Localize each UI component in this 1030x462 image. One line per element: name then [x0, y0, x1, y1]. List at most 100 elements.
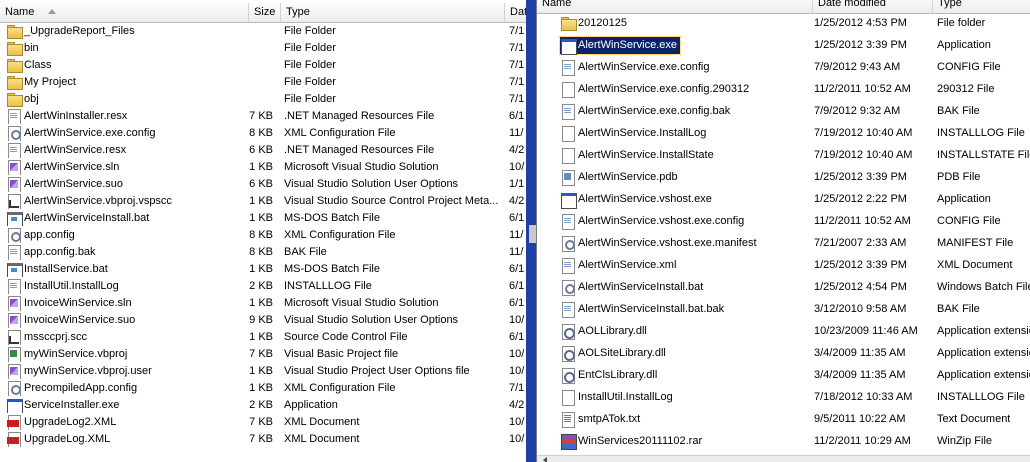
file-name-box[interactable]: AlertWinService.exe [558, 35, 682, 55]
table-row[interactable]: PrecompiledApp.config 1 KB XML Configurati… [0, 379, 529, 396]
file-name-cell[interactable]: AlertWinService.resx [3, 141, 249, 158]
file-name-box[interactable]: AOLSiteLibrary.dll [560, 345, 669, 362]
file-name-box[interactable]: WinServices20111102.rar [560, 433, 705, 450]
file-name-cell[interactable]: UpgradeLog2.XML [3, 413, 249, 430]
file-name-box[interactable]: AlertWinService.exe.config [560, 59, 712, 76]
file-name-cell[interactable]: AlertWinServiceInstall.bat [3, 209, 249, 226]
table-row[interactable]: AlertWinService.exe.config.290312 11/2/20… [537, 78, 1030, 100]
file-name-box[interactable]: app.config [6, 226, 78, 243]
table-row[interactable]: mssccprj.scc 1 KB Source Code Control File… [0, 328, 529, 345]
file-name-cell[interactable]: mssccprj.scc [3, 328, 249, 345]
file-name-cell[interactable]: smtpATok.txt [557, 408, 813, 430]
table-row[interactable]: AlertWinInstaller.resx 7 KB .NET Managed R… [0, 107, 529, 124]
table-row[interactable]: AlertWinService.exe.config 8 KB XML Config… [0, 124, 529, 141]
file-name-box[interactable]: UpgradeLog.XML [6, 430, 113, 447]
file-name-box[interactable]: AlertWinService.vshost.exe.config [560, 213, 747, 230]
file-name-box[interactable]: InstallService.bat [6, 260, 111, 277]
table-row[interactable]: obj File Folder 7/1 [0, 90, 529, 107]
table-row[interactable]: AlertWinService.suo 26 KB Visual Studio So… [0, 175, 529, 192]
file-name-box[interactable]: AlertWinService.exe.config [6, 124, 158, 141]
file-name-box[interactable]: 20120125 [560, 15, 630, 32]
table-row[interactable]: app.config.bak 8 KB BAK File 11/ [0, 243, 529, 260]
file-name-box[interactable]: AlertWinService.xml [560, 257, 679, 274]
file-name-box[interactable]: ServiceInstaller.exe [6, 396, 122, 413]
file-name-box[interactable]: AlertWinService.InstallState [560, 147, 717, 164]
table-row[interactable]: Class File Folder 7/1 [0, 56, 529, 73]
table-row[interactable]: EntClsLibrary.dll 3/4/2009 11:35 AM Applic… [537, 364, 1030, 386]
file-name-cell[interactable]: app.config [3, 226, 249, 243]
file-name-cell[interactable]: bin [3, 39, 249, 56]
file-name-box[interactable]: InvoiceWinService.sln [6, 294, 135, 311]
file-name-cell[interactable]: AlertWinInstaller.resx [3, 107, 249, 124]
file-name-cell[interactable]: InstallService.bat [3, 260, 249, 277]
file-name-box[interactable]: bin [6, 39, 42, 56]
table-row[interactable]: AlertWinService.exe 1/25/2012 3:39 PM Appl… [537, 34, 1030, 56]
file-name-box[interactable]: AlertWinService.vshost.exe.manifest [560, 235, 760, 252]
file-name-cell[interactable]: AlertWinService.xml [557, 254, 813, 276]
file-name-cell[interactable]: InstallUtil.InstallLog [3, 277, 249, 294]
file-name-box[interactable]: AOLLibrary.dll [560, 323, 650, 340]
file-name-cell[interactable]: 20120125 [557, 12, 813, 34]
file-name-cell[interactable]: AlertWinService.exe.config.290312 [557, 78, 813, 100]
file-name-cell[interactable]: Class [3, 56, 249, 73]
file-name-cell[interactable]: AlertWinService.exe.config.bak [557, 100, 813, 122]
file-name-box[interactable]: AlertWinServiceInstall.bat [560, 279, 706, 296]
file-name-cell[interactable]: AlertWinServiceInstall.bat.bak [557, 298, 813, 320]
file-name-cell[interactable]: WinServices20111102.rar [557, 430, 813, 452]
file-name-box[interactable]: AlertWinService.resx [6, 141, 129, 158]
table-row[interactable]: AlertWinService.exe.config 7/9/2012 9:43 … [537, 56, 1030, 78]
table-row[interactable]: My Project File Folder 7/1 [0, 73, 529, 90]
file-name-box[interactable]: app.config.bak [6, 243, 99, 260]
table-row[interactable]: InstallUtil.InstallLog 7/18/2012 10:33 AM… [537, 386, 1030, 408]
file-name-cell[interactable]: AlertWinService.vshost.exe [557, 188, 813, 210]
scroll-left-arrow-icon[interactable] [543, 457, 547, 462]
column-header-name[interactable]: Name [0, 3, 249, 22]
table-row[interactable]: AlertWinService.vshost.exe.config 11/2/20… [537, 210, 1030, 232]
file-name-box[interactable]: AlertWinService.exe.config.bak [560, 103, 733, 120]
table-row[interactable]: AlertWinService.vbproj.vspscc 1 KB Visual … [0, 192, 529, 209]
file-name-cell[interactable]: AlertWinService.vshost.exe.manifest [557, 232, 813, 254]
file-name-box[interactable]: InvoiceWinService.suo [6, 311, 138, 328]
file-name-cell[interactable]: AlertWinServiceInstall.bat [557, 276, 813, 298]
file-name-cell[interactable]: obj [3, 90, 249, 107]
table-row[interactable]: 20120125 1/25/2012 4:53 PM File folder [537, 12, 1030, 34]
pane-splitter[interactable] [526, 0, 537, 462]
table-row[interactable]: InstallService.bat 1 KB MS-DOS Batch File 6… [0, 260, 529, 277]
column-header-type[interactable]: Type [281, 3, 505, 22]
table-row[interactable]: myWinService.vbproj.user 1 KB Visual Studi… [0, 362, 529, 379]
table-row[interactable]: bin File Folder 7/1 [0, 39, 529, 56]
column-header-size[interactable]: Size [249, 3, 281, 22]
file-name-cell[interactable]: My Project [3, 73, 249, 90]
file-name-box[interactable]: AlertWinService.exe.config.290312 [560, 81, 752, 98]
file-name-box[interactable]: AlertWinService.pdb [560, 169, 681, 186]
file-name-cell[interactable]: AOLSiteLibrary.dll [557, 342, 813, 364]
file-name-cell[interactable]: InvoiceWinService.suo [3, 311, 249, 328]
file-name-box[interactable]: AlertWinService.suo [6, 175, 126, 192]
table-row[interactable]: InvoiceWinService.sln 1 KB Microsoft Visua… [0, 294, 529, 311]
file-name-box[interactable]: _UpgradeReport_Files [6, 22, 138, 39]
file-name-cell[interactable]: myWinService.vbproj.user [3, 362, 249, 379]
table-row[interactable]: AlertWinService.sln 1 KB Microsoft Visual … [0, 158, 529, 175]
file-name-box[interactable]: InstallUtil.InstallLog [560, 389, 676, 406]
table-row[interactable]: myWinService.vbproj 7 KB Visual Basic Proj… [0, 345, 529, 362]
file-name-cell[interactable]: AlertWinService.vshost.exe.config [557, 210, 813, 232]
table-row[interactable]: InstallUtil.InstallLog 2 KB INSTALLLOG Fil… [0, 277, 529, 294]
table-row[interactable]: InvoiceWinService.suo 9 KB Visual Studio S… [0, 311, 529, 328]
file-name-box[interactable]: AlertWinInstaller.resx [6, 107, 130, 124]
table-row[interactable]: AOLSiteLibrary.dll 3/4/2009 11:35 AM Appli… [537, 342, 1030, 364]
file-name-box[interactable]: myWinService.vbproj [6, 345, 130, 362]
table-row[interactable]: AlertWinService.vshost.exe.manifest 7/21/… [537, 232, 1030, 254]
table-row[interactable]: UpgradeLog2.XML 7 KB XML Document 10/ [0, 413, 529, 430]
file-name-box[interactable]: EntClsLibrary.dll [560, 367, 660, 384]
file-name-cell[interactable]: AlertWinService.vbproj.vspscc [3, 192, 249, 209]
file-name-box[interactable]: mssccprj.scc [6, 328, 90, 345]
file-name-box[interactable]: Class [6, 56, 55, 73]
table-row[interactable]: AlertWinService.InstallState 7/19/2012 10… [537, 144, 1030, 166]
file-name-box[interactable]: AlertWinServiceInstall.bat [6, 209, 152, 226]
file-name-cell[interactable]: InvoiceWinService.sln [3, 294, 249, 311]
file-name-cell[interactable]: AlertWinService.suo [3, 175, 249, 192]
file-name-cell[interactable]: AlertWinService.pdb [557, 166, 813, 188]
file-name-cell[interactable]: AOLLibrary.dll [557, 320, 813, 342]
table-row[interactable]: AlertWinService.xml 1/25/2012 3:39 PM XML … [537, 254, 1030, 276]
file-name-cell[interactable]: PrecompiledApp.config [3, 379, 249, 396]
